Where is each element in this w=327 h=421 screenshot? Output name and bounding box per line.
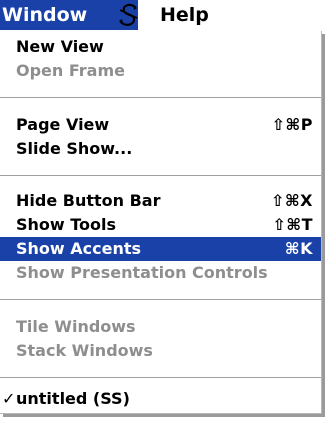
menu-item-label: New View: [16, 37, 104, 56]
shortcut-label: ⇧⌘X: [270, 191, 313, 210]
menu-item-open-frame: Open Frame: [0, 59, 321, 83]
menu-separator: [0, 175, 321, 176]
menu-item-label: Stack Windows: [16, 341, 153, 360]
shortcut-label: ⌘K: [284, 239, 313, 258]
menu-item-page-view[interactable]: Page View ⇧⌘P: [0, 113, 321, 137]
script-s-icon[interactable]: [116, 2, 142, 28]
menu-item-show-tools[interactable]: Show Tools ⇧⌘T: [0, 213, 321, 237]
menu-item-label: untitled (SS): [16, 389, 130, 408]
menu-bar: Window Help: [0, 0, 327, 31]
shortcut-label: ⇧⌘T: [272, 215, 313, 234]
help-menu-title[interactable]: Help: [160, 0, 209, 30]
menu-item-label: Show Accents: [16, 239, 142, 258]
check-mark-icon: ✓: [2, 389, 16, 408]
menu-item-stack-windows: Stack Windows: [0, 339, 321, 363]
menu-item-show-accents[interactable]: Show Accents ⌘K: [0, 237, 321, 261]
menu-item-label: Show Tools: [16, 215, 117, 234]
window-menu-dropdown: New View Open Frame Page View ⇧⌘P Slide …: [0, 31, 322, 414]
menu-separator: [0, 377, 321, 378]
menu-item-label: Page View: [16, 115, 110, 134]
menu-item-show-presentation-controls: Show Presentation Controls: [0, 261, 321, 285]
menu-item-label: Open Frame: [16, 61, 125, 80]
menu-item-label: Slide Show...: [16, 139, 133, 158]
menu-item-slide-show[interactable]: Slide Show...: [0, 137, 321, 161]
menu-item-untitled-window[interactable]: ✓ untitled (SS): [0, 387, 321, 411]
menu-item-new-view[interactable]: New View: [0, 35, 321, 59]
menu-separator: [0, 97, 321, 98]
menu-item-label: Hide Button Bar: [16, 191, 161, 210]
menu-item-hide-button-bar[interactable]: Hide Button Bar ⇧⌘X: [0, 189, 321, 213]
menu-item-label: Tile Windows: [16, 317, 136, 336]
menu-item-tile-windows: Tile Windows: [0, 315, 321, 339]
menu-item-label: Show Presentation Controls: [16, 263, 268, 282]
shortcut-label: ⇧⌘P: [271, 115, 313, 134]
menu-separator: [0, 299, 321, 300]
